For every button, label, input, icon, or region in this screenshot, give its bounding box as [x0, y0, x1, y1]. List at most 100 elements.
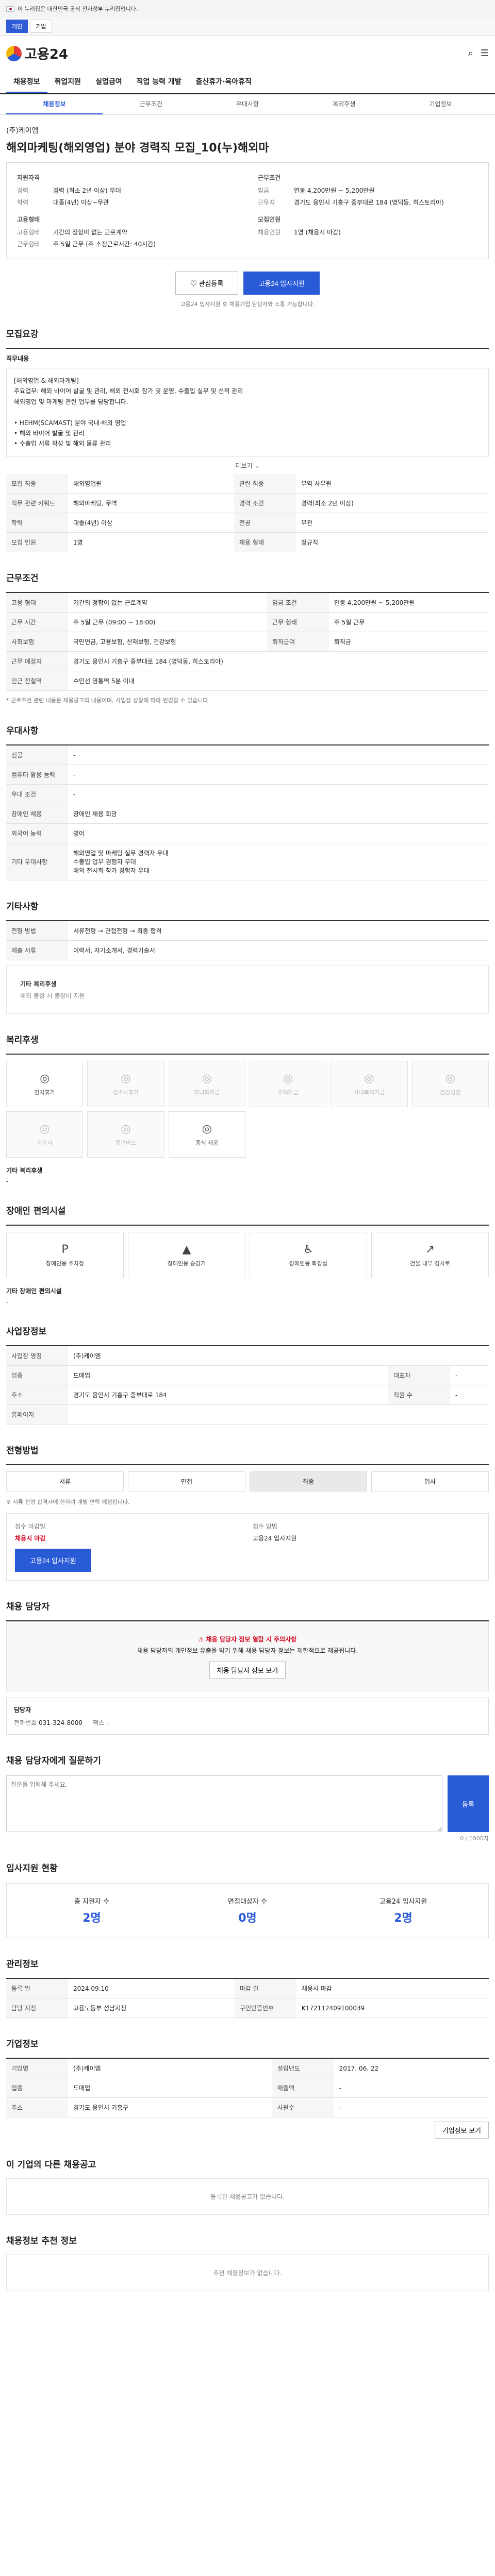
row-key: 마감 일 — [234, 1979, 296, 1999]
row-value: 이력서, 자기소개서, 경력기술서 — [68, 940, 489, 961]
company-detail-button[interactable]: 기업정보 보기 — [434, 2122, 489, 2139]
nav-item-support[interactable]: 취업지원 — [47, 71, 89, 93]
nav-item-benefits[interactable]: 실업급여 — [88, 71, 129, 93]
site-logo[interactable]: 고용24 — [6, 44, 68, 63]
stat-item: 총 지원자 수 2명 — [19, 1896, 164, 1925]
section-title-conditions: 근무조건 — [6, 573, 39, 584]
etc-subbox: 기타 복리후생 해외 출장 시 출장비 지원 — [6, 965, 489, 1014]
search-icon[interactable]: ⌕ — [468, 48, 473, 59]
view-contact-button[interactable]: 채용 담당자 정보 보기 — [209, 1662, 286, 1679]
job-description: [해외영업 & 해외마케팅] 주요업무: 해외 바이어 발굴 및 관리, 해외 … — [6, 368, 489, 457]
tab-enterprise[interactable]: 기업 — [30, 20, 52, 33]
row-value: 도매업 — [68, 1365, 389, 1386]
inquiry-textarea[interactable] — [6, 1775, 442, 1833]
welfare-item: ◎ 경조사휴가 — [87, 1061, 164, 1108]
user-type-tabs: 개인 기업 — [0, 18, 495, 36]
process-step: 입사 — [371, 1471, 489, 1492]
row-value: 주 5일 근무 — [328, 612, 489, 632]
facility-icon: P — [61, 1243, 69, 1256]
tab-recruit[interactable]: 채용정보 — [6, 94, 103, 114]
etc-sub-title: 기타 복리후생 — [20, 980, 57, 988]
row-value: 경기도 용인시 기흥구 중부대로 184 (영덕동, 히스토리아) — [68, 651, 489, 671]
heart-icon: ♡ — [190, 280, 197, 287]
summary-headcount-label: 모집인원 — [258, 216, 281, 223]
welfare-icon: ◎ — [283, 1072, 293, 1085]
more-link[interactable]: 더보기 ⌄ — [6, 457, 489, 474]
meta-table: 등록 일 2024.09.10 마감 일 채용시 마감 담당 지청 고용노동부 성남지청… — [6, 1979, 489, 2019]
disabled-etc-value: - — [6, 1298, 9, 1306]
row-key: 대표자 — [388, 1365, 451, 1386]
contact-panel: ⚠ 채용 담당자 정보 열람 시 주의사항 채용 담당자의 개인정보 유출을 막… — [6, 1620, 489, 1735]
nav-item-training[interactable]: 직업 능력 개발 — [129, 71, 189, 93]
row-key: 장애인 채용 — [6, 804, 68, 824]
tab-company[interactable]: 기업정보 — [392, 94, 489, 114]
table-row: 업종 도매업 매출액 - — [6, 2078, 489, 2098]
tab-prefer[interactable]: 우대사항 — [199, 94, 295, 114]
contact-info: 담당자 전화번호 031-324-8000 팩스 - — [6, 1698, 489, 1735]
etc-table: 전형 방법 서류전형 → 면접전형 → 최종 합격 제출 서류 이력서, 자기소개서… — [6, 921, 489, 961]
apply-button[interactable]: 고용24 입사지원 — [243, 272, 320, 295]
table-row: 담당 지청 고용노동부 성남지청 구인인증번호 K172112409100039 — [6, 1998, 489, 2019]
row-key: 담당 지청 — [6, 1998, 68, 2019]
row-value: - — [334, 2078, 489, 2098]
welfare-label: 기숙사 — [37, 1139, 53, 1146]
scrap-button[interactable]: ♡ 관심등록 — [175, 272, 239, 295]
summary-value: 연봉 4,200만원 ~ 5,200만원 — [294, 187, 375, 194]
row-key: 직무 관련 키워드 — [6, 493, 68, 513]
process-step: 서류 — [6, 1471, 124, 1492]
job-summary: 지원자격 경력 경력 (최소 2년 이상) 우대 학력 대졸(4년) 이상~무관 근… — [6, 162, 489, 259]
inquiry-submit-button[interactable]: 등록 — [448, 1775, 489, 1833]
phone-value: 031-324-8000 — [39, 1719, 83, 1727]
section-title-contact: 채용 담당자 — [6, 1601, 50, 1612]
more-label: 더보기 — [235, 462, 253, 469]
gov-notice-bar: 이 누리집은 대한민국 공식 전자정부 누리집입니다. — [0, 0, 495, 18]
row-key: 업종 — [6, 2078, 68, 2098]
row-key: 근무 형태 — [267, 612, 329, 632]
menu-icon[interactable]: ☰ — [481, 48, 489, 59]
section-title-welfare: 복리후생 — [6, 1035, 39, 1046]
table-row: 근무 예정지 경기도 용인시 기흥구 중부대로 184 (영덕동, 히스토리아) — [6, 651, 489, 671]
table-row: 기업명 (주)케이엠 설립년도 2017. 06. 22 — [6, 2059, 489, 2079]
welfare-item: ◎ 자녀학자금 — [168, 1061, 245, 1108]
welfare-label: 주택자금 — [277, 1089, 299, 1096]
job-actions: ♡ 관심등록 고용24 입사지원 — [6, 272, 489, 295]
chevron-down-icon: ⌄ — [254, 462, 260, 469]
row-key: 관련 직종 — [234, 473, 296, 494]
row-key: 업종 — [6, 1365, 68, 1386]
row-value: 해외마케팅, 무역 — [68, 493, 234, 513]
table-row: 주소 경기도 용인시 기흥구 중부대로 184 직원 수- — [6, 1385, 489, 1405]
table-row: 인근 전철역 수인선 영통역 5분 이내 — [6, 671, 489, 691]
row-value: 서류전형 → 면접전형 → 최종 합격 — [68, 921, 489, 941]
company-info-table: 사업장 명칭 (주)케이엠 업종 도매업 대표자 - 주소 경기도 용인시 기흥구 중부대… — [6, 1346, 489, 1425]
welfare-grid: ◎ 연차휴가 ◎ 경조사휴가 ◎ 자녀학자금 ◎ 주택자금 ◎ 사내복지기금 ◎ 건강검진 ◎ 기숙사 ◎ 통… — [6, 1061, 489, 1158]
nav-item-leave[interactable]: 출산휴가·육아휴직 — [189, 71, 259, 93]
table-row: 학력 대졸(4년) 이상 전공 무관 — [6, 513, 489, 533]
apply-info: 접수 마감일 채용시 마감 고용24 입사지원 접수 방법 고용24 입사지원 — [6, 1513, 489, 1581]
row-key: 구인인증번호 — [234, 1998, 296, 2019]
apply-button-bottom[interactable]: 고용24 입사지원 — [15, 1548, 91, 1572]
section-title-process: 전형방법 — [6, 1446, 39, 1456]
table-row: 홈페이지 - — [6, 1404, 489, 1425]
stat-item: 면접대상자 수 0명 — [175, 1896, 320, 1925]
row-key: 모집 인원 — [6, 532, 68, 552]
section-title-disabled: 장애인 편의시설 — [6, 1206, 66, 1217]
welfare-item: ◎ 중식 제공 — [168, 1111, 245, 1158]
process-note: ※ 서류 전형 합격자에 한하여 개별 연락 예정입니다. — [6, 1499, 130, 1506]
row-value: (주)케이엠 — [68, 2059, 272, 2079]
row-value: 퇴직금 — [328, 632, 489, 652]
nav-item-jobs[interactable]: 채용정보 — [6, 71, 47, 93]
row-key: 학력 — [6, 513, 68, 533]
tab-personal[interactable]: 개인 — [6, 20, 28, 33]
welfare-icon: ◎ — [40, 1072, 50, 1085]
facility-item: ▲ 장애인용 승강기 — [128, 1232, 245, 1279]
tab-welfare[interactable]: 복리후생 — [296, 94, 392, 114]
row-value: 국민연금, 고용보험, 산재보험, 건강보험 — [68, 632, 267, 652]
tab-conditions[interactable]: 근무조건 — [103, 94, 199, 114]
table-row: 주소 경기도 용인시 기흥구 사원수 - — [6, 2097, 489, 2118]
row-value: - — [450, 1385, 489, 1405]
summary-value: 기간의 정함이 없는 근로계약 — [53, 229, 127, 236]
welfare-label: 통근버스 — [115, 1139, 137, 1146]
row-key: 전공 — [234, 513, 296, 533]
summary-value: 경기도 용인시 기흥구 중부대로 184 (영덕동, 히스토리아) — [294, 199, 444, 206]
row-key: 컴퓨터 활용 능력 — [6, 765, 68, 785]
